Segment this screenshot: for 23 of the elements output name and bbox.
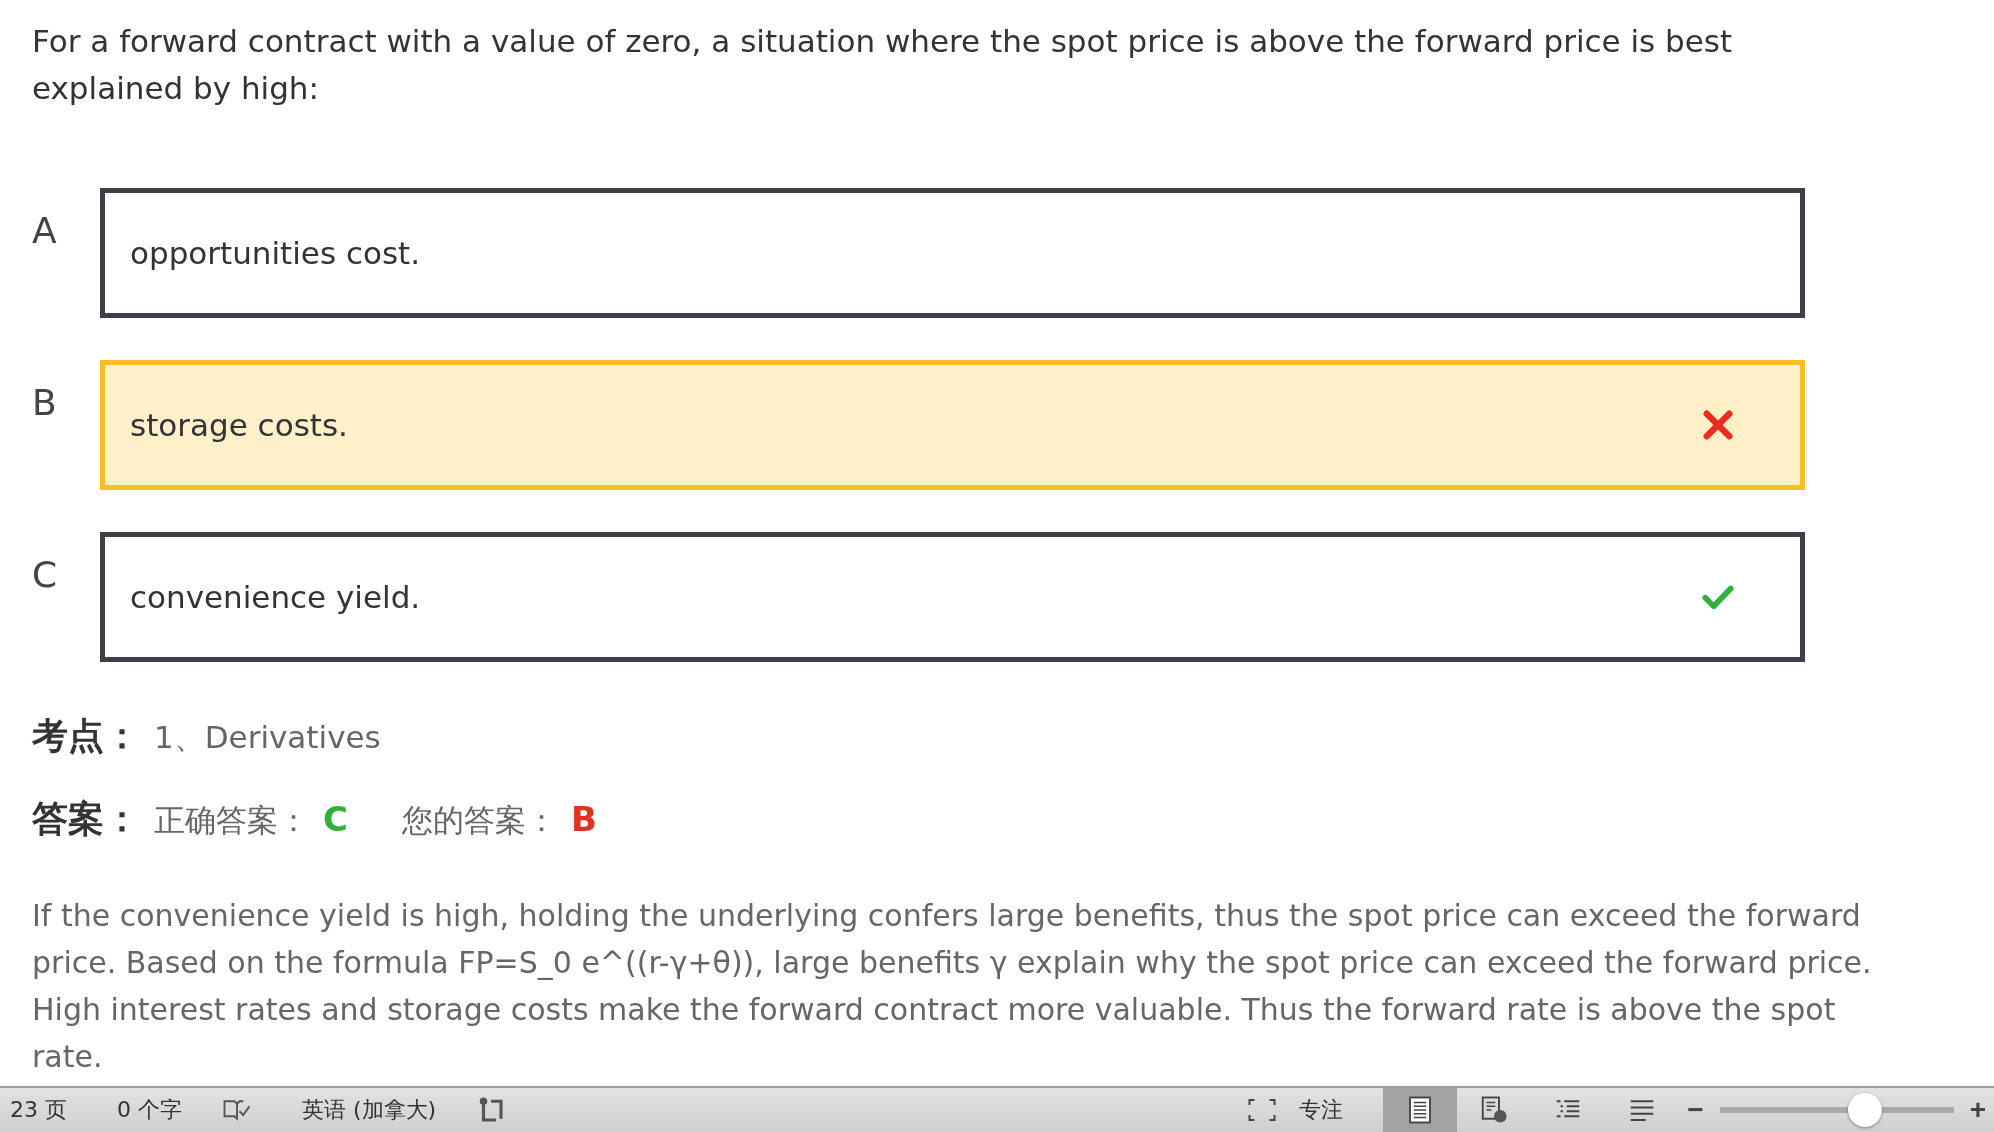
page-count[interactable]: 23 页 [10,1095,67,1125]
view-button[interactable] [1383,1088,1458,1132]
zoom-out-button[interactable]: − [1679,1094,1712,1126]
correct-answer-label: 正确答案： [154,801,309,840]
topic-label: 考点： [32,714,140,758]
option-letter: C [32,553,59,595]
question-text: For a forward contract with a value of zero, a situation where the spot price is above the forward price is best explained by high: [32,22,1734,108]
language-label[interactable]: 英语 (加拿大) [302,1095,437,1125]
word-count[interactable]: 0 个字 [117,1095,182,1125]
zoom-in-button[interactable]: + [1961,1094,1994,1126]
topic-value: 1、Derivatives [154,718,381,757]
option-letter: B [32,381,58,423]
your-answer-value: B [570,799,597,839]
option-letter: A [32,209,58,251]
answer-option[interactable]: opportunities cost. [100,188,1805,318]
focus-label[interactable]: 专注 [1299,1095,1344,1125]
answer-option[interactable]: storage costs. [100,360,1805,490]
correct-answer-value: C [323,799,348,839]
answer-option[interactable]: convenience yield. [100,532,1805,662]
slider-thumb[interactable] [1847,1093,1882,1127]
answer-label: 答案： [32,797,140,841]
your-answer-label: 您的答案： [401,801,557,840]
explanation-text: If the convenience yield is high, holding the underlying confers large benefits, thus the spot price can exceed the forward price. Based on the formula FP=S_0 e^((r-γ+θ)), large benefits γ explain why the spot price can exceed the forward price. High interest rates and storage costs make the forward contract more valuable. Thus the forward rate is above the spot rate. [32,897,1873,1076]
